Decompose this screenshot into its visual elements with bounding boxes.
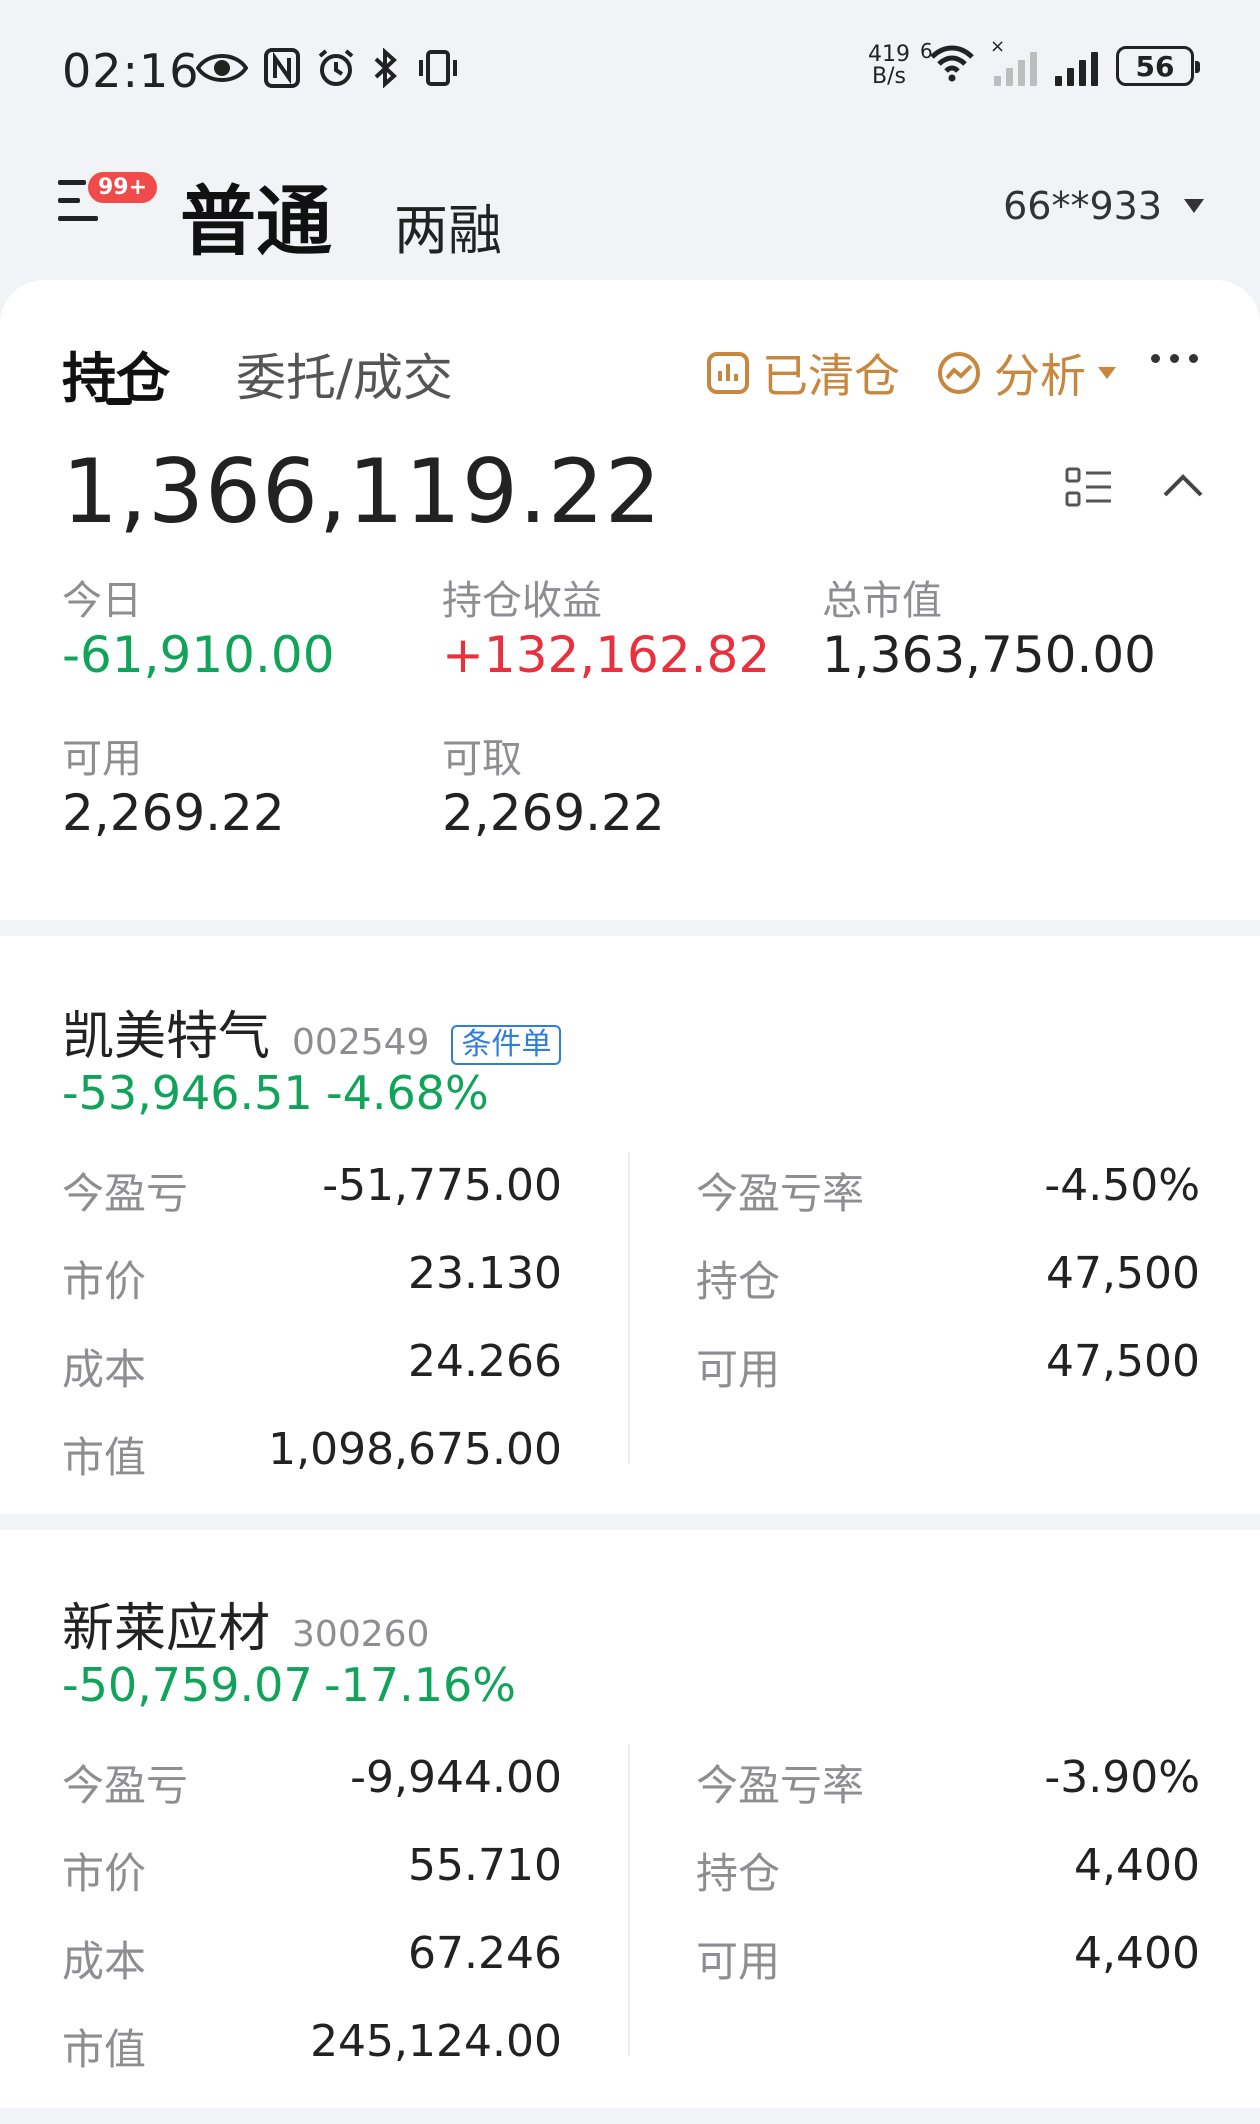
stock-profit-pct: -17.16% [324, 1658, 516, 1712]
notification-badge: 99+ [88, 172, 158, 203]
signal-icon-sim2 [1055, 46, 1098, 86]
status-icons [196, 48, 460, 88]
account-selector[interactable]: 66**933 [1003, 184, 1204, 228]
avail-label: 可用 [696, 1937, 781, 1986]
available-value: 2,269.22 [62, 784, 285, 842]
tab-normal[interactable]: 普通 [180, 160, 332, 270]
avail-value: 47,500 [1046, 1336, 1200, 1387]
today-pl-value: -51,775.00 [322, 1160, 562, 1211]
bluetooth-icon [374, 48, 397, 88]
eye-icon [196, 54, 248, 82]
holding-profit-label: 持仓收益 [442, 578, 602, 624]
avail-label: 可用 [696, 1345, 781, 1394]
vibrate-icon [419, 50, 457, 86]
market-value-value: 245,124.00 [310, 2016, 562, 2067]
stock-code: 300260 [292, 1614, 430, 1655]
conditional-order-tag[interactable]: 条件单 [451, 1025, 562, 1065]
today-rate-label: 今盈亏率 [696, 1169, 865, 1218]
position-label: 持仓 [696, 1849, 781, 1898]
battery-icon: 56 [1116, 46, 1200, 86]
bottom-separator [0, 2108, 1260, 2124]
alarm-icon [318, 49, 354, 86]
stock-code: 002549 [292, 1022, 430, 1063]
status-right: 419 B/s 6 × 56 [868, 36, 1200, 89]
nfc-icon [264, 48, 300, 88]
withdrawable-value: 2,269.22 [442, 784, 665, 842]
column-divider [628, 1152, 630, 1464]
market-value-label: 市值 [62, 2025, 147, 2074]
market-value-value: 1,363,750.00 [822, 626, 1156, 684]
status-time: 02:16 [62, 44, 200, 98]
column-divider [628, 1744, 630, 2056]
price-label: 市价 [62, 1849, 147, 1898]
chevron-down-icon [1098, 367, 1116, 379]
holding-profit-value: +132,162.82 [442, 626, 771, 684]
withdrawable-label: 可取 [442, 736, 522, 782]
today-rate-value: -3.90% [1044, 1752, 1200, 1803]
cleared-button[interactable]: 已清仓 [706, 340, 900, 406]
chevron-up-icon[interactable] [1162, 470, 1204, 500]
cost-label: 成本 [62, 1345, 147, 1394]
today-value: -61,910.00 [62, 626, 335, 684]
position-value: 4,400 [1074, 1840, 1200, 1891]
stock-profit: -50,759.07 [62, 1658, 313, 1712]
today-pl-label: 今盈亏 [62, 1761, 189, 1810]
stock-header: 新莱应材 300260 [62, 1586, 429, 1661]
list-view-icon[interactable] [1064, 466, 1114, 510]
wifi-label: 6 [920, 39, 933, 63]
available-label: 可用 [62, 736, 142, 782]
tab-indicator [106, 398, 132, 405]
cost-label: 成本 [62, 1937, 147, 1986]
today-rate-label: 今盈亏率 [696, 1761, 865, 1810]
cost-value: 67.246 [408, 1928, 562, 1979]
stock-header: 凯美特气 002549 条件单 [62, 994, 562, 1069]
market-value-label: 总市值 [822, 578, 942, 624]
stock-name: 新莱应材 [62, 1599, 271, 1659]
cost-value: 24.266 [408, 1336, 562, 1387]
stock-name: 凯美特气 [62, 1007, 271, 1067]
position-label: 持仓 [696, 1257, 781, 1306]
chart-icon [707, 352, 749, 394]
wifi-indicator: 6 [920, 39, 976, 87]
stock-profit: -53,946.51 [62, 1066, 313, 1120]
signal-icon-sim1: × [990, 36, 1037, 86]
analysis-label: 分析 [994, 349, 1086, 403]
avail-value: 4,400 [1074, 1928, 1200, 1979]
battery-level: 56 [1135, 49, 1175, 83]
account-number: 66**933 [1003, 184, 1162, 228]
wifi-icon [930, 45, 974, 82]
position-value: 47,500 [1046, 1248, 1200, 1299]
price-value: 55.710 [408, 1840, 562, 1891]
tab-orders[interactable]: 委托/成交 [236, 338, 453, 410]
stock-profit-pct: -4.68% [326, 1066, 489, 1120]
total-asset: 1,366,119.22 [62, 440, 662, 543]
today-rate-value: -4.50% [1044, 1160, 1200, 1211]
today-pl-label: 今盈亏 [62, 1169, 189, 1218]
cleared-label: 已清仓 [762, 349, 900, 403]
chevron-down-icon [1184, 199, 1204, 213]
market-value-label: 市值 [62, 1433, 147, 1482]
price-label: 市价 [62, 1257, 147, 1306]
more-icon[interactable] [1151, 354, 1198, 363]
today-pl-value: -9,944.00 [350, 1752, 562, 1803]
price-value: 23.130 [408, 1248, 562, 1299]
market-value-value: 1,098,675.00 [268, 1424, 562, 1475]
net-speed: 419 B/s [868, 42, 910, 89]
trend-icon [938, 352, 980, 394]
today-label: 今日 [62, 578, 142, 624]
analysis-button[interactable]: 分析 [936, 340, 1116, 406]
tab-margin[interactable]: 两融 [394, 186, 502, 265]
